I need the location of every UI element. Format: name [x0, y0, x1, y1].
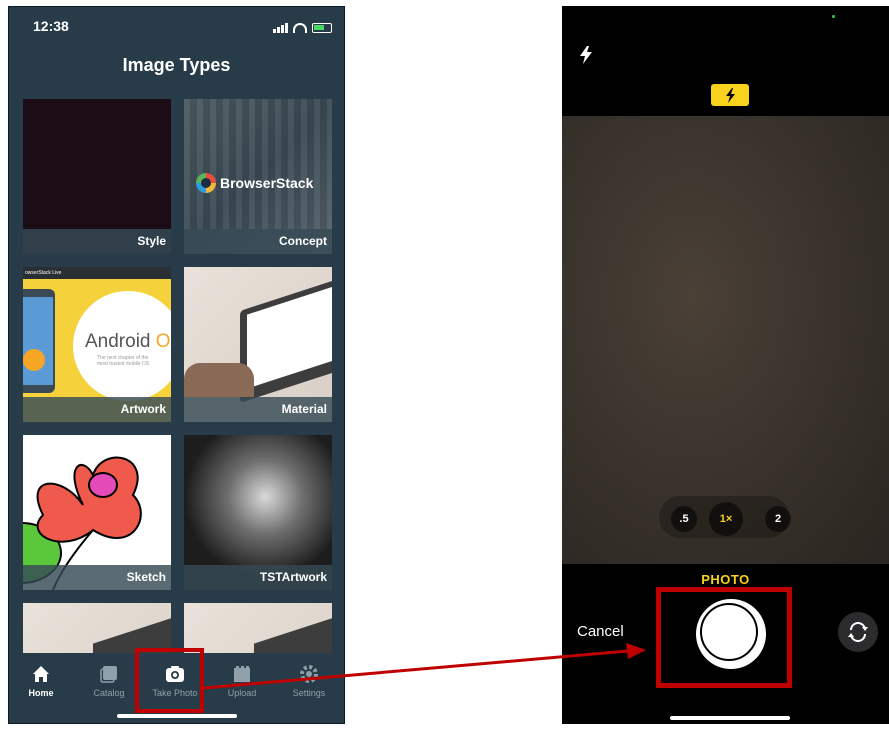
app-screen: 12:38 Image Types Style BrowserStack Con… [8, 6, 345, 724]
wifi-icon [293, 23, 307, 33]
arm-image [184, 363, 254, 397]
gallery-icon [100, 666, 117, 683]
browserstack-logo-icon [196, 173, 216, 193]
phone-image [23, 289, 55, 393]
tab-upload[interactable]: Upload [212, 663, 272, 698]
tab-label: Catalog [93, 688, 125, 698]
android-headline: Android O [85, 331, 171, 353]
browserstack-logo: BrowserStack [196, 173, 313, 193]
tab-label: Upload [227, 688, 257, 698]
home-indicator [670, 716, 790, 720]
city-image [184, 99, 332, 229]
tile-material[interactable]: Material [184, 267, 332, 422]
android-subtext: The next chapter of the most trusted mob… [97, 355, 150, 367]
camera-active-dot [832, 15, 835, 18]
page-title: Image Types [122, 55, 231, 75]
cancel-button[interactable]: Cancel [577, 623, 624, 640]
tile-concept[interactable]: BrowserStack Concept [184, 99, 332, 254]
banner-text: owserStack Live [23, 267, 171, 279]
shutter-highlight [656, 587, 792, 688]
tile-label: Artwork [23, 397, 171, 422]
tile-label: Material [184, 397, 332, 422]
tab-label: Home [28, 688, 54, 698]
signal-icon [273, 23, 288, 33]
flash-icon[interactable] [579, 46, 593, 64]
tile-tstartwork[interactable]: TSTArtwork [184, 435, 332, 590]
flip-camera-icon [848, 622, 868, 642]
tab-label: Settings [292, 688, 326, 698]
flash-on-badge[interactable] [711, 84, 749, 106]
flash-bolt-icon [726, 88, 735, 103]
take-photo-highlight [135, 648, 204, 713]
tab-catalog[interactable]: Catalog [79, 663, 139, 698]
tile-style[interactable]: Style [23, 99, 171, 254]
zoom-0-5[interactable]: .5 [671, 506, 697, 532]
tile-label: TSTArtwork [184, 565, 332, 590]
tile-label: Style [23, 229, 171, 254]
zoom-1x[interactable]: 1× [709, 502, 743, 536]
tab-home[interactable]: Home [11, 663, 71, 698]
headline-text: Android [85, 331, 151, 352]
film-icon [234, 666, 250, 682]
headline-accent: O [155, 331, 171, 352]
battery-icon [312, 23, 332, 33]
tile-label: Sketch [23, 565, 171, 590]
status-time: 12:38 [33, 18, 69, 34]
tab-settings[interactable]: Settings [279, 663, 339, 698]
tile-label: Concept [184, 229, 332, 254]
tile-artwork[interactable]: owserStack Live Android O The next chapt… [23, 267, 171, 422]
tile-sketch[interactable]: Sketch [23, 435, 171, 590]
zoom-2x[interactable]: 2 [765, 506, 791, 532]
status-bar: 12:38 [9, 7, 344, 47]
status-icons [273, 19, 332, 33]
phone-screen [23, 297, 53, 385]
gear-icon [300, 665, 318, 683]
home-icon [33, 666, 49, 682]
android-o-icon [23, 349, 45, 371]
laptop-screen [247, 285, 332, 389]
flip-camera-button[interactable] [838, 612, 878, 652]
camera-mode-label[interactable]: PHOTO [562, 572, 889, 587]
logo-text: BrowserStack [220, 175, 314, 191]
home-indicator [117, 714, 237, 718]
